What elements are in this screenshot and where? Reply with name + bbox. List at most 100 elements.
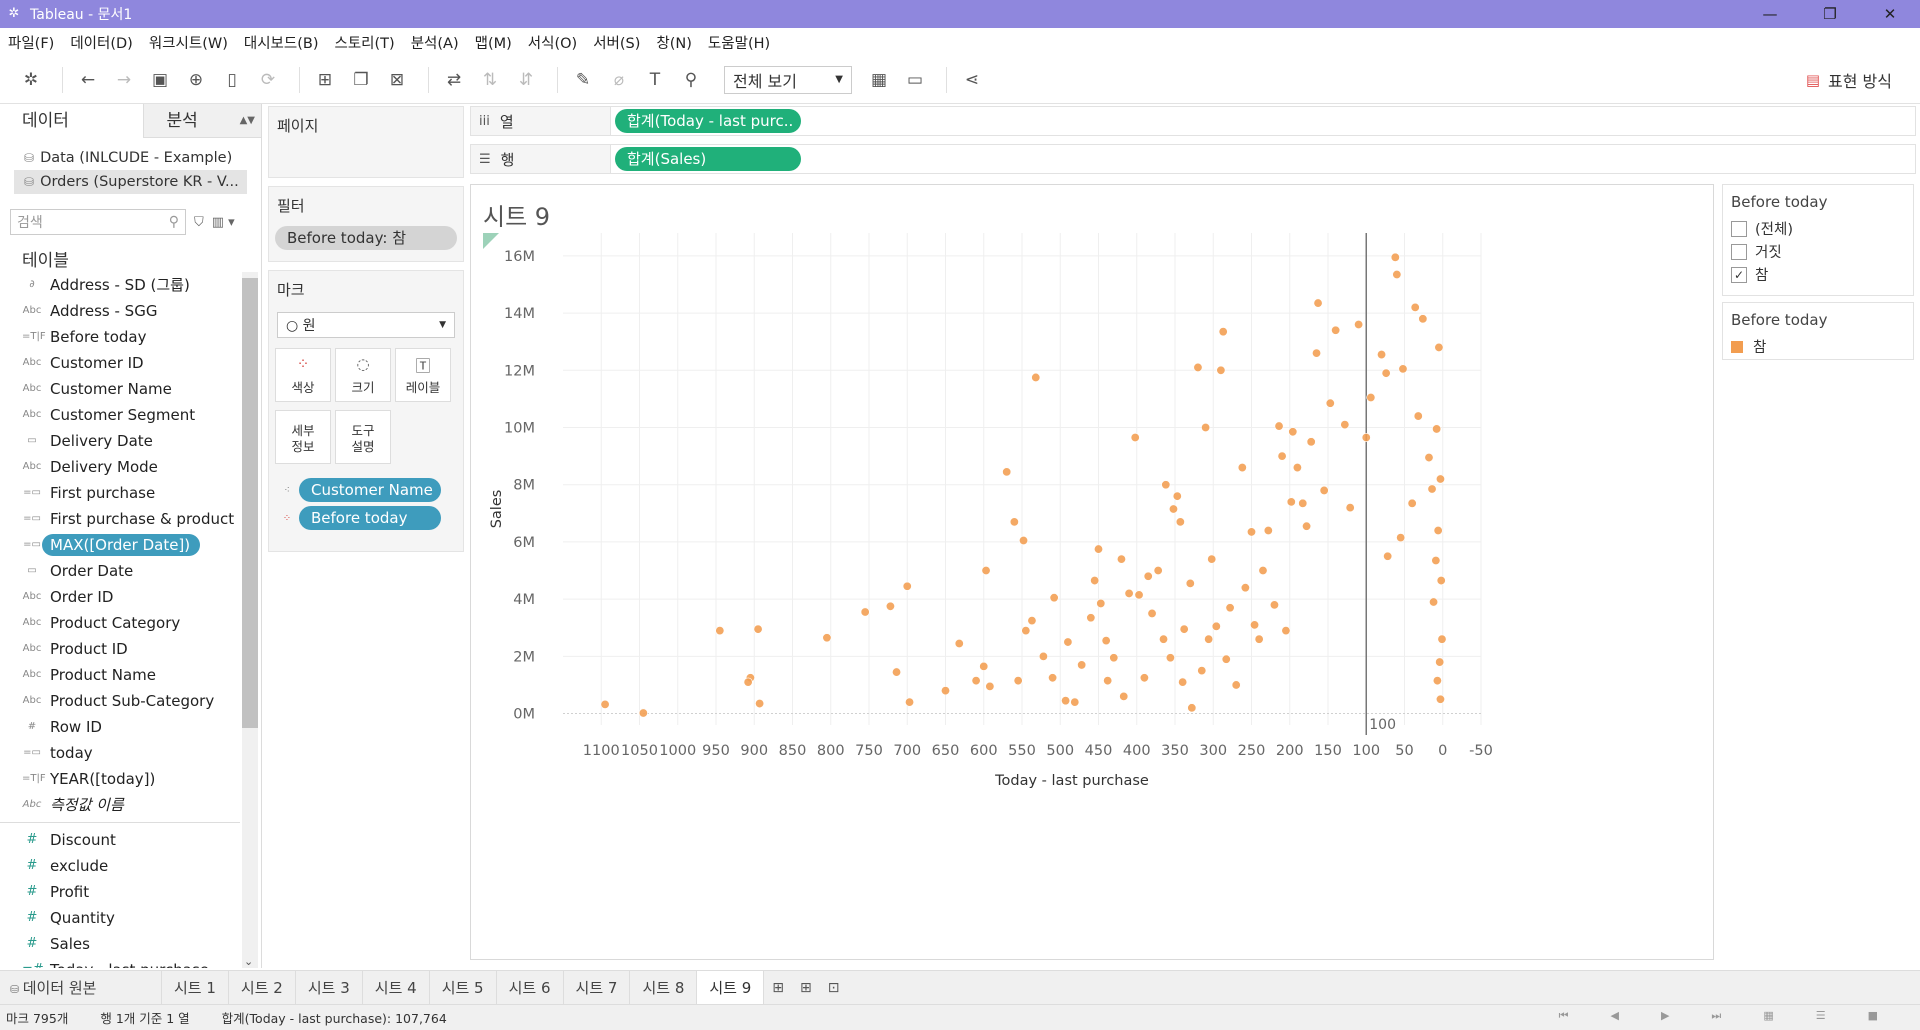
- color-button[interactable]: ⁘ 색상: [275, 348, 331, 402]
- filmstrip-view-icon[interactable]: ■: [1868, 1009, 1878, 1023]
- filter-option-false[interactable]: 거짓: [1723, 240, 1913, 263]
- measure-field[interactable]: # exclude: [0, 853, 240, 879]
- highlight-icon[interactable]: ✎: [568, 65, 598, 95]
- tableau-home-icon[interactable]: ✲: [16, 65, 46, 95]
- sheet-tab[interactable]: 시트 2: [229, 970, 296, 1005]
- new-worksheet-icon[interactable]: ⊞: [310, 65, 340, 95]
- menu-map[interactable]: 맵(M): [475, 32, 512, 53]
- labels-icon[interactable]: T: [640, 65, 670, 95]
- scroll-down-icon[interactable]: ⌄: [244, 955, 253, 968]
- menu-analysis[interactable]: 분석(A): [411, 32, 459, 53]
- dimension-field[interactable]: ▭ Delivery Date: [0, 428, 240, 454]
- fit-select[interactable]: 전체 보기 ▼: [724, 65, 852, 94]
- presentation-mode-icon[interactable]: ▭: [900, 65, 930, 95]
- new-dashboard-icon[interactable]: ⊞: [792, 971, 820, 1005]
- filter-option-true[interactable]: ✓ 참: [1723, 263, 1913, 286]
- group-icon[interactable]: ⌀: [604, 65, 634, 95]
- tab-data[interactable]: 데이터: [0, 104, 144, 138]
- last-page-icon[interactable]: ⏭: [1711, 1009, 1721, 1023]
- measure-field[interactable]: =# Today - last purchase: [0, 957, 240, 968]
- sheet-tab[interactable]: 시트 5: [430, 970, 497, 1005]
- label-button[interactable]: 🅃 레이블: [395, 348, 451, 402]
- close-button[interactable]: ✕: [1860, 0, 1920, 28]
- clear-sheet-icon[interactable]: ⊠: [382, 65, 412, 95]
- new-datasource-icon[interactable]: ⊕: [181, 65, 211, 95]
- scrollbar-thumb[interactable]: [242, 278, 258, 728]
- dimension-field[interactable]: =▭ First purchase & product: [0, 506, 240, 532]
- duplicate-sheet-icon[interactable]: ❐: [346, 65, 376, 95]
- sheet-tab[interactable]: 시트 8: [630, 970, 698, 1005]
- pin-icon[interactable]: ⚲: [676, 65, 706, 95]
- filter-option-all[interactable]: (전체): [1723, 217, 1913, 240]
- new-story-icon[interactable]: ⊡: [820, 971, 848, 1005]
- share-icon[interactable]: ⋖: [957, 65, 987, 95]
- detail-pill[interactable]: Customer Name: [299, 478, 441, 502]
- prev-page-icon[interactable]: ◀: [1610, 1009, 1618, 1023]
- sheet-tab-active[interactable]: 시트 9: [697, 970, 765, 1005]
- list-view-icon[interactable]: ☰: [1816, 1009, 1826, 1023]
- first-page-icon[interactable]: ⏮: [1559, 1009, 1569, 1023]
- menu-file[interactable]: 파일(F): [8, 32, 54, 53]
- maximize-button[interactable]: ❐: [1800, 0, 1860, 28]
- menu-server[interactable]: 서버(S): [593, 32, 640, 53]
- redo-icon[interactable]: →: [109, 65, 139, 95]
- menu-worksheet[interactable]: 워크시트(W): [149, 32, 228, 53]
- menu-format[interactable]: 서식(O): [528, 32, 577, 53]
- sheet-tab[interactable]: 시트 4: [363, 970, 430, 1005]
- menu-help[interactable]: 도움말(H): [708, 32, 770, 53]
- datasource-item-selected[interactable]: ⛁ Orders (Superstore KR - V...: [14, 170, 247, 194]
- measure-field[interactable]: # Sales: [0, 931, 240, 957]
- sort-ascending-icon[interactable]: ⇅: [475, 65, 505, 95]
- measure-field[interactable]: # Discount: [0, 827, 240, 853]
- size-button[interactable]: ◌ 크기: [335, 348, 391, 402]
- dimension-field[interactable]: Abc Delivery Mode: [0, 454, 240, 480]
- color-pill[interactable]: Before today: [299, 506, 441, 530]
- grid-view-icon[interactable]: ▦: [1763, 1009, 1773, 1023]
- datasource-item[interactable]: ⛁ Data (INLCUDE - Example): [0, 146, 261, 170]
- dimension-field[interactable]: Abc Product Sub-Category: [0, 688, 240, 714]
- field-list-scrollbar[interactable]: ⌄: [242, 272, 258, 968]
- measure-field[interactable]: # Profit: [0, 879, 240, 905]
- show-me-button[interactable]: ▤ 표현 방식: [1806, 68, 1892, 92]
- dimension-field[interactable]: =▭ First purchase: [0, 480, 240, 506]
- checkbox-checked[interactable]: ✓: [1731, 266, 1747, 283]
- pages-shelf[interactable]: 페이지: [268, 106, 464, 178]
- dimension-field[interactable]: Abc Customer ID: [0, 350, 240, 376]
- checkbox[interactable]: [1731, 220, 1747, 237]
- menu-window[interactable]: 창(N): [656, 32, 692, 53]
- refresh-icon[interactable]: ⟳: [253, 65, 283, 95]
- tab-analysis[interactable]: 분석 ▲▼: [143, 104, 261, 138]
- sheet-tab[interactable]: 시트 1: [162, 970, 229, 1005]
- columns-pill[interactable]: 합계(Today - last purc..: [615, 109, 801, 133]
- sheet-tab[interactable]: 시트 3: [296, 970, 363, 1005]
- menu-dashboard[interactable]: 대시보드(B): [244, 32, 319, 53]
- columns-shelf[interactable]: iii 열 합계(Today - last purc..: [470, 106, 1916, 136]
- pause-updates-icon[interactable]: ▯: [217, 65, 247, 95]
- dimension-field[interactable]: =T|F YEAR([today]): [0, 766, 240, 792]
- rows-pill[interactable]: 합계(Sales): [615, 147, 801, 171]
- filter-icon[interactable]: ⛉: [194, 215, 204, 230]
- dimension-field[interactable]: # Row ID: [0, 714, 240, 740]
- search-input[interactable]: 검색 ⚲: [10, 209, 186, 235]
- tooltip-button[interactable]: 도구 설명: [335, 410, 391, 464]
- menu-data[interactable]: 데이터(D): [70, 32, 133, 53]
- dimension-field[interactable]: Abc Product Category: [0, 610, 240, 636]
- dimension-field[interactable]: Abc 측정값 이름: [0, 792, 240, 818]
- dimension-field[interactable]: Abc Product ID: [0, 636, 240, 662]
- swap-icon[interactable]: ⇄: [439, 65, 469, 95]
- dimension-field[interactable]: ∂ Address - SD (그룹): [0, 272, 240, 298]
- filters-shelf[interactable]: 필터 Before today: 참: [268, 186, 464, 262]
- dimension-field[interactable]: Abc Customer Name: [0, 376, 240, 402]
- sort-descending-icon[interactable]: ⇵: [511, 65, 541, 95]
- minimize-button[interactable]: —: [1740, 0, 1800, 28]
- next-page-icon[interactable]: ▶: [1661, 1009, 1669, 1023]
- dimension-field[interactable]: Abc Product Name: [0, 662, 240, 688]
- dimension-field[interactable]: ▭ Order Date: [0, 558, 240, 584]
- menu-story[interactable]: 스토리(T): [334, 32, 394, 53]
- sheet-tab[interactable]: 시트 6: [497, 970, 564, 1005]
- dimension-field[interactable]: =▭ MAX([Order Date]): [0, 532, 240, 558]
- save-icon[interactable]: ▣: [145, 65, 175, 95]
- mark-type-select[interactable]: ○ 원 ▼: [277, 312, 455, 338]
- filter-pill[interactable]: Before today: 참: [275, 226, 457, 250]
- checkbox[interactable]: [1731, 243, 1747, 260]
